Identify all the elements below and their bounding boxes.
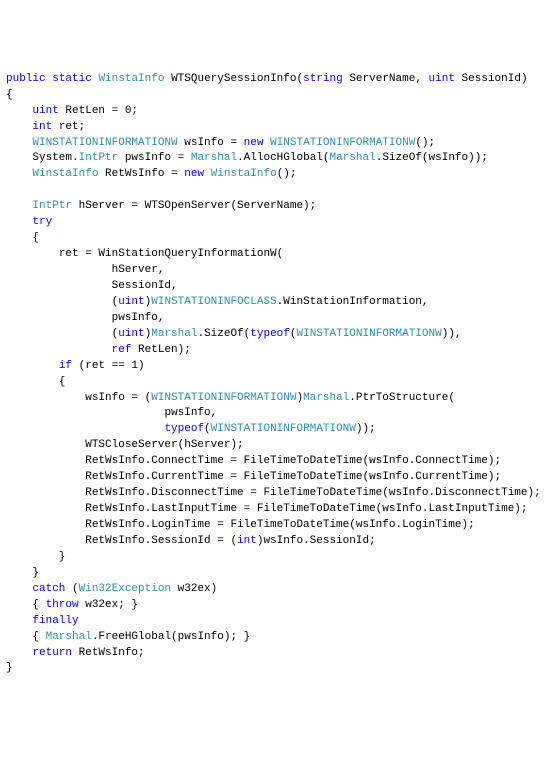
type-intptr: IntPtr [32, 200, 72, 212]
code-text: hServer = WTSOpenServer(ServerName); [72, 200, 316, 212]
keyword-if: if [59, 360, 72, 372]
code-text: w32ex; } [79, 599, 138, 611]
code-text: .FreeHGlobal(pwsInfo); } [92, 631, 250, 643]
code-text: RetWsInfo.CurrentTime = FileTimeToDateTi… [85, 471, 501, 483]
keyword-try: try [32, 216, 52, 228]
code-text: RetWsInfo.DisconnectTime = FileTimeToDat… [85, 487, 540, 499]
keyword-catch: catch [32, 583, 65, 595]
code-text: RetLen = 0; [65, 105, 138, 117]
code-text: (); [277, 168, 297, 180]
param: ServerName [349, 73, 415, 85]
code-text: RetWsInfo.ConnectTime = FileTimeToDateTi… [85, 455, 501, 467]
code-text: RetWsInfo.LastInputTime = FileTimeToDate… [85, 503, 527, 515]
code-text: RetWsInfo = [98, 168, 184, 180]
code-block: public static WinstaInfo WTSQuerySession… [6, 72, 547, 678]
type: WINSTATIONINFOCLASS [151, 296, 276, 308]
keyword-new: new [184, 168, 204, 180]
code-text: System. [32, 152, 78, 164]
code-text: RetWsInfo.LoginTime = FileTimeToDateTime… [85, 519, 474, 531]
code-text: ( [290, 328, 297, 340]
type-marshal: Marshal [191, 152, 237, 164]
type-marshal: Marshal [330, 152, 376, 164]
type-winstainfo: WinstaInfo [32, 168, 98, 180]
param: SessionId [462, 73, 521, 85]
type: WINSTATIONINFORMATIONW [151, 392, 296, 404]
code-text: )), [442, 328, 462, 340]
code-text: ( [65, 583, 78, 595]
type-winstainfo: WinstaInfo [98, 73, 164, 85]
code-text: ( [204, 423, 211, 435]
code-text: .PtrToStructure( [349, 392, 455, 404]
code-text: .SizeOf( [197, 328, 250, 340]
keyword-string: string [303, 73, 343, 85]
code-text: { [32, 599, 45, 611]
keyword-int: int [32, 121, 52, 133]
code-text: .SizeOf(wsInfo)); [376, 152, 488, 164]
code-text: pwsInfo, [112, 312, 165, 324]
type-marshal: Marshal [46, 631, 92, 643]
code-text: .AllocHGlobal( [237, 152, 329, 164]
code-text: w32ex) [171, 583, 217, 595]
code-text: RetWsInfo; [72, 647, 145, 659]
code-text: .WinStationInformation, [277, 296, 429, 308]
type: WINSTATIONINFORMATIONW [297, 328, 442, 340]
type: Win32Exception [79, 583, 171, 595]
keyword-throw: throw [46, 599, 79, 611]
code-text: wsInfo = [184, 137, 243, 149]
code-text: wsInfo = ( [85, 392, 151, 404]
keyword-uint: uint [429, 73, 455, 85]
keyword-uint: uint [118, 328, 144, 340]
type-marshal: Marshal [303, 392, 349, 404]
code-text: RetLen); [131, 344, 190, 356]
keyword-uint: uint [32, 105, 58, 117]
code-text: pwsInfo, [164, 407, 217, 419]
code-text: SessionId, [112, 280, 178, 292]
code-text: pwsInfo = [118, 152, 191, 164]
code-text: RetWsInfo.SessionId = ( [85, 535, 237, 547]
code-text: )wsInfo.SessionId; [257, 535, 376, 547]
type-intptr: IntPtr [79, 152, 119, 164]
type: WINSTATIONINFORMATIONW [270, 137, 415, 149]
type: WINSTATIONINFORMATIONW [211, 423, 356, 435]
type-marshal: Marshal [151, 328, 197, 340]
code-text: { [32, 631, 45, 643]
keyword-int: int [237, 535, 257, 547]
type: WINSTATIONINFORMATIONW [32, 137, 177, 149]
keyword-typeof: typeof [164, 423, 204, 435]
code-text: (); [415, 137, 435, 149]
keyword-finally: finally [32, 615, 78, 627]
keyword-new: new [244, 137, 264, 149]
keyword-public: public [6, 73, 46, 85]
keyword-uint: uint [118, 296, 144, 308]
code-text: )); [356, 423, 376, 435]
code-text: ret; [59, 121, 85, 133]
code-text: ret = WinStationQueryInformationW( [59, 248, 283, 260]
keyword-static: static [52, 73, 92, 85]
type: WinstaInfo [211, 168, 277, 180]
method-name: WTSQuerySessionInfo [171, 73, 296, 85]
keyword-ref: ref [112, 344, 132, 356]
keyword-typeof: typeof [250, 328, 290, 340]
code-text: WTSCloseServer(hServer); [85, 439, 243, 451]
code-text: (ret == 1) [72, 360, 145, 372]
keyword-return: return [32, 647, 72, 659]
code-text: hServer, [112, 264, 165, 276]
